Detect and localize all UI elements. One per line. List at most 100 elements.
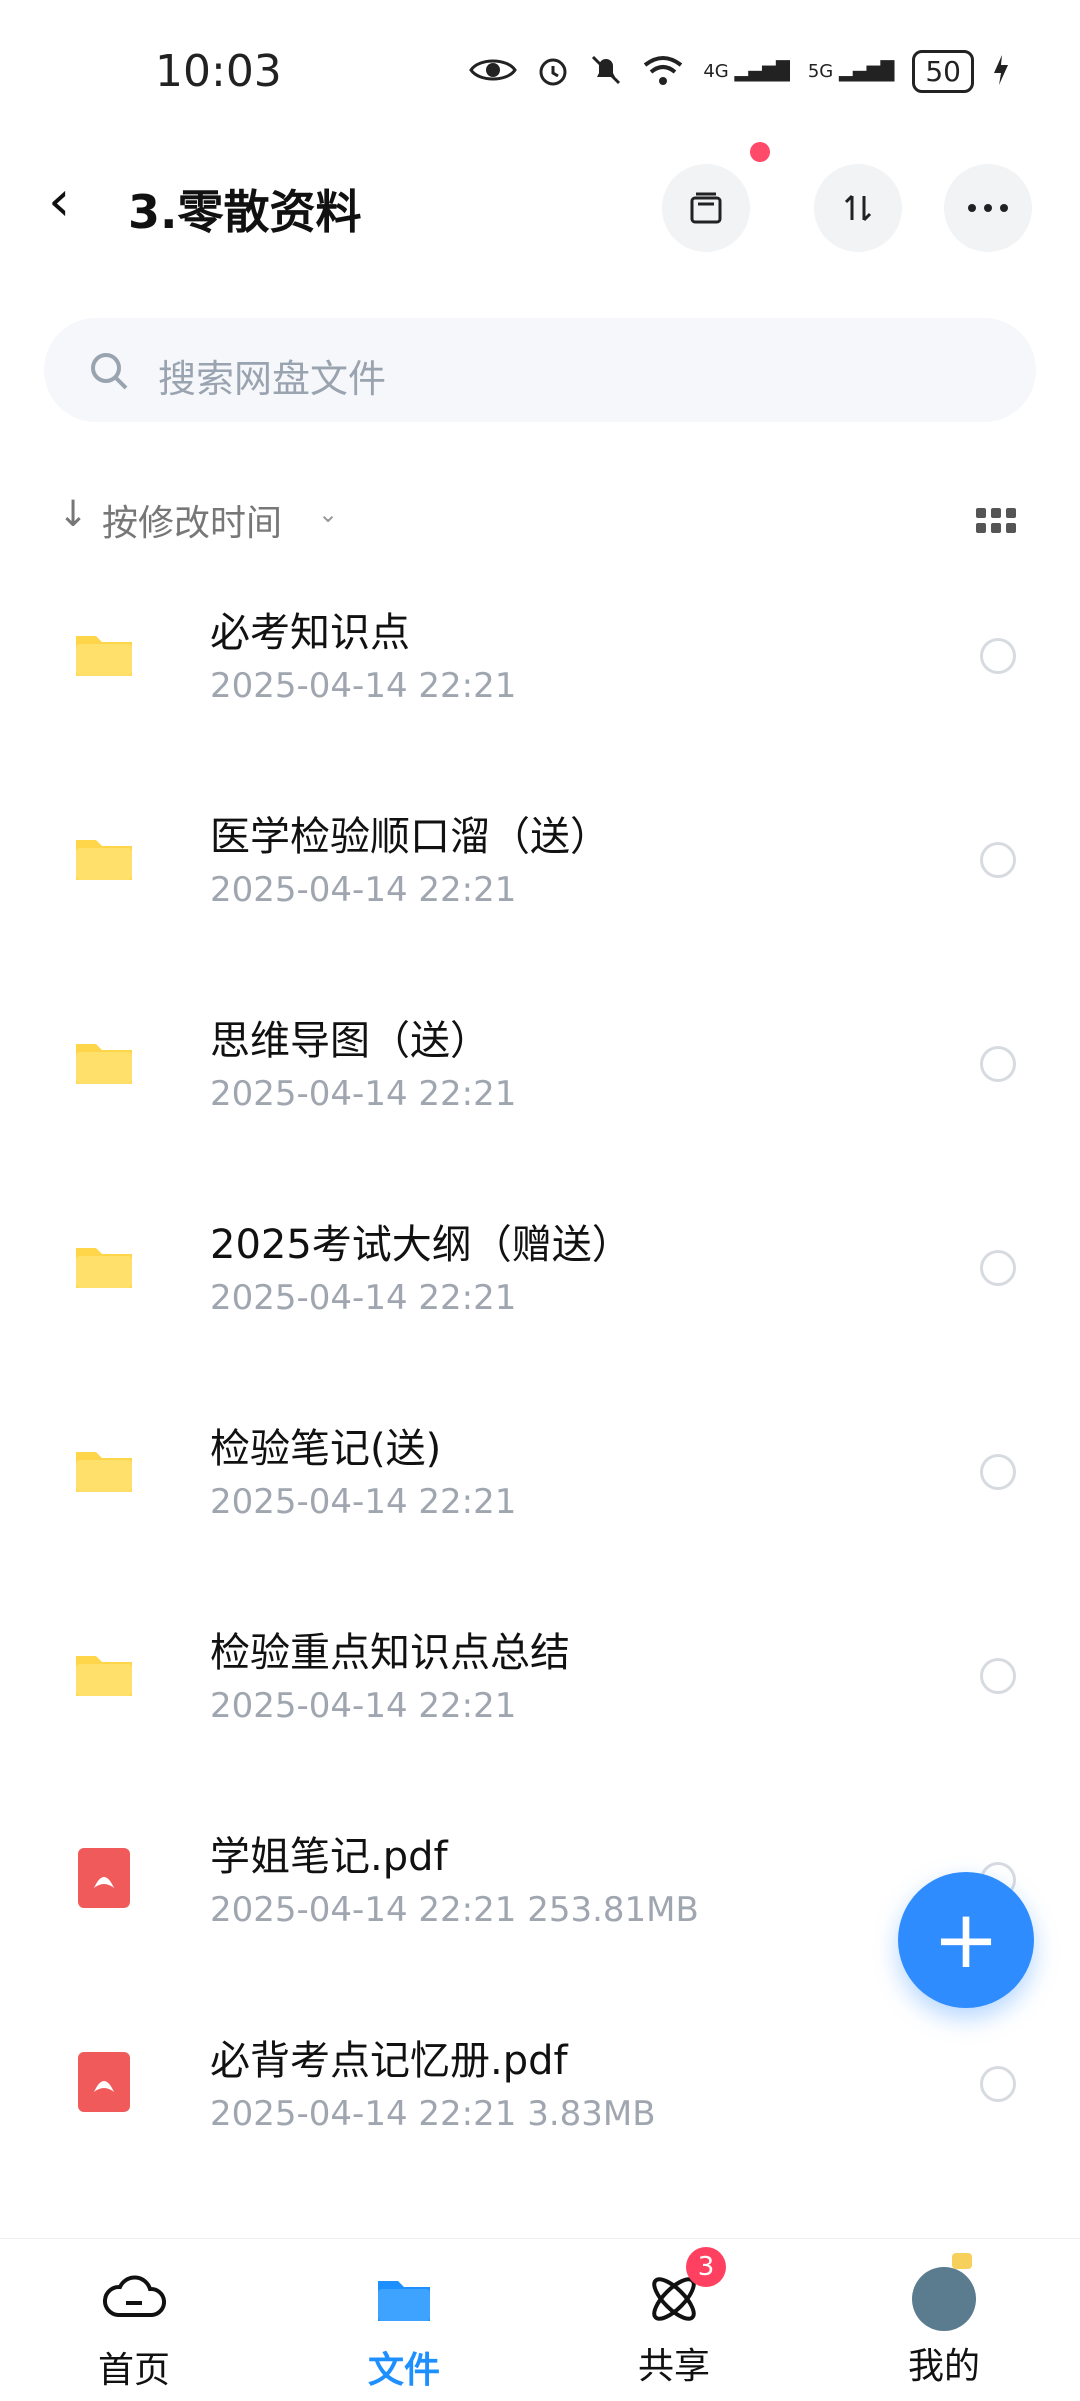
nav-label-home: 首页 (97, 2350, 170, 2391)
file-date: 2025-04-14 (210, 1482, 408, 1522)
add-button[interactable]: + (898, 1872, 1034, 2008)
folder-icon (72, 1234, 136, 1298)
battery-indicator: 50 (912, 50, 974, 93)
list-item[interactable]: 检验笔记(送) 2025-04-14 22:21 (0, 1376, 1080, 1580)
crown-icon (952, 2253, 972, 2269)
chevron-down-icon[interactable]: ⌄ (318, 500, 338, 528)
list-item[interactable]: 必背考点记忆册.pdf 2025-04-14 22:21 3.83MB (0, 1988, 1080, 2192)
share-badge: 3 (686, 2247, 726, 2287)
select-radio[interactable] (980, 638, 1016, 674)
file-time: 22:21 (418, 870, 517, 910)
folder-icon (72, 1438, 136, 1502)
file-time: 22:21 (418, 1482, 517, 1522)
file-name: 学姐笔记.pdf (210, 1834, 448, 1880)
signal-5g: 5G ▂▄▆█ (807, 61, 895, 82)
file-time: 22:21 (418, 1686, 517, 1726)
status-bar: 10:03 4G ▂▄▆█ 5G ▂▄▆█ 50 (0, 0, 1080, 140)
sort-button[interactable] (814, 164, 902, 252)
file-date: 2025-04-14 (210, 666, 408, 706)
select-radio[interactable] (980, 842, 1016, 878)
header: ‹ 3.零散资料 (0, 150, 1080, 270)
file-meta: 2025-04-14 22:21 3.83MB (210, 2094, 656, 2134)
file-meta: 2025-04-14 22:21 (210, 1278, 516, 1318)
folder-icon (72, 1642, 136, 1706)
file-name: 2025考试大纲（赠送） (210, 1222, 632, 1268)
file-date: 2025-04-14 (210, 1890, 408, 1930)
file-size: 3.83MB (527, 2094, 656, 2134)
file-date: 2025-04-14 (210, 1278, 408, 1318)
page-title: 3.零散资料 (128, 185, 362, 239)
pdf-icon (72, 1846, 136, 1910)
nav-label-share: 共享 (637, 2346, 710, 2387)
archive-icon (690, 192, 722, 224)
file-meta: 2025-04-14 22:21 (210, 666, 516, 706)
sort-arrows-icon (844, 194, 872, 222)
grid-view-icon[interactable] (976, 508, 1016, 536)
select-radio[interactable] (980, 1658, 1016, 1694)
search-placeholder: 搜索网盘文件 (158, 357, 387, 401)
select-radio[interactable] (980, 2066, 1016, 2102)
file-time: 22:21 (418, 1278, 517, 1318)
nav-mine[interactable]: 我的 (844, 2253, 1044, 2389)
status-icons: 4G ▂▄▆█ 5G ▂▄▆█ 50 (469, 50, 1010, 93)
charging-icon (992, 53, 1010, 91)
nav-share[interactable]: 3 共享 (574, 2247, 774, 2389)
archive-button[interactable] (662, 164, 750, 252)
file-date: 2025-04-14 (210, 1074, 408, 1114)
folder-icon (72, 1030, 136, 1094)
nav-files[interactable]: 文件 (304, 2267, 504, 2393)
file-meta: 2025-04-14 22:21 (210, 1482, 516, 1522)
file-name: 思维导图（送） (210, 1018, 490, 1064)
folder-icon (72, 622, 136, 686)
avatar (912, 2253, 976, 2331)
notification-dot (750, 142, 770, 162)
more-button[interactable] (944, 164, 1032, 252)
bottom-nav: 首页 文件 3 共享 我的 (0, 2238, 1080, 2401)
folder-icon (378, 2281, 430, 2321)
status-time: 10:03 (155, 46, 282, 97)
cloud-icon (102, 2275, 166, 2317)
list-item[interactable]: 2025考试大纲（赠送） 2025-04-14 22:21 (0, 1172, 1080, 1376)
file-size: 253.81MB (527, 1890, 699, 1930)
file-name: 必背考点记忆册.pdf (210, 2038, 568, 2084)
select-radio[interactable] (980, 1454, 1016, 1490)
search-bar[interactable]: 搜索网盘文件 (44, 318, 1036, 422)
file-date: 2025-04-14 (210, 1686, 408, 1726)
file-time: 22:21 (418, 666, 517, 706)
sort-row: ↓ 按修改时间 ⌄ (0, 488, 1080, 548)
more-horizontal-icon (968, 204, 1008, 212)
wifi-icon (641, 53, 685, 91)
file-name: 必考知识点 (210, 610, 410, 656)
list-item[interactable]: 医学检验顺口溜（送） 2025-04-14 22:21 (0, 764, 1080, 968)
file-date: 2025-04-14 (210, 870, 408, 910)
sort-direction-icon[interactable]: ↓ (58, 494, 88, 535)
signal-4g: 4G ▂▄▆█ (703, 61, 790, 82)
file-meta: 2025-04-14 22:21 253.81MB (210, 1890, 699, 1930)
chevron-left-icon[interactable]: ‹ (48, 172, 70, 232)
file-meta: 2025-04-14 22:21 (210, 870, 516, 910)
nav-label-mine: 我的 (907, 2346, 980, 2387)
file-meta: 2025-04-14 22:21 (210, 1074, 516, 1114)
sort-label[interactable]: 按修改时间 (102, 494, 282, 546)
list-item[interactable]: 检验重点知识点总结 2025-04-14 22:21 (0, 1580, 1080, 1784)
file-time: 22:21 (418, 2094, 517, 2134)
file-date: 2025-04-14 (210, 2094, 408, 2134)
eye-icon (469, 54, 518, 90)
list-item[interactable]: 必考知识点 2025-04-14 22:21 (0, 560, 1080, 764)
plus-icon: + (932, 1893, 1000, 1986)
folder-icon (72, 826, 136, 890)
bell-off-icon (589, 53, 623, 91)
atom-wrapper: 3 (642, 2247, 726, 2331)
file-name: 检验重点知识点总结 (210, 1630, 570, 1676)
file-name: 医学检验顺口溜（送） (210, 814, 610, 860)
nav-label-files: 文件 (367, 2350, 440, 2391)
select-radio[interactable] (980, 1250, 1016, 1286)
select-radio[interactable] (980, 1046, 1016, 1082)
pdf-icon (72, 2050, 136, 2114)
search-icon (91, 353, 128, 390)
nav-home[interactable]: 首页 (34, 2267, 234, 2393)
file-time: 22:21 (418, 1074, 517, 1114)
file-meta: 2025-04-14 22:21 (210, 1686, 516, 1726)
list-item[interactable]: 思维导图（送） 2025-04-14 22:21 (0, 968, 1080, 1172)
alarm-icon (535, 52, 571, 92)
